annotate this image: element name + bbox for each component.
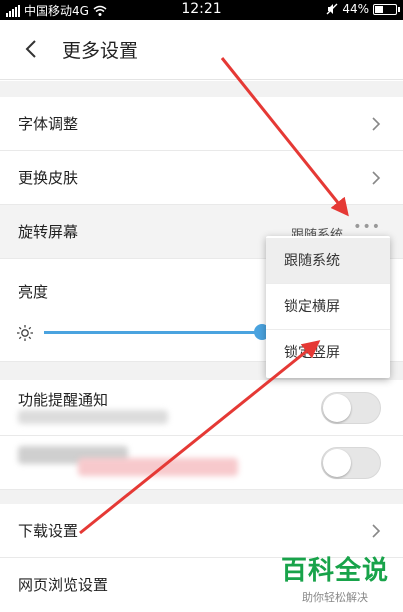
watermark-main: 百科全说 bbox=[280, 556, 389, 586]
brightness-slider-track[interactable] bbox=[44, 331, 264, 334]
rotation-option-follow[interactable]: 跟随系统 bbox=[266, 238, 390, 284]
font-adjust-label: 字体调整 bbox=[18, 115, 79, 133]
section-gap bbox=[0, 81, 403, 97]
blurred-description bbox=[78, 458, 238, 476]
change-skin-item[interactable]: 更换皮肤 bbox=[0, 151, 403, 205]
rotation-option-landscape[interactable]: 锁定横屏 bbox=[266, 284, 390, 330]
watermark-sub: 助你轻松解决 bbox=[301, 591, 368, 604]
battery-fill bbox=[375, 5, 383, 13]
notify-label: 功能提醒通知 bbox=[18, 391, 109, 409]
battery-percent: 44% bbox=[342, 2, 369, 16]
chevron-right-icon bbox=[372, 524, 381, 538]
redacted-item[interactable] bbox=[0, 436, 403, 490]
toggle-knob bbox=[323, 449, 351, 477]
toggle-knob bbox=[323, 394, 351, 422]
chevron-right-icon bbox=[372, 117, 381, 131]
blurred-description bbox=[18, 410, 168, 424]
status-right: 44% bbox=[326, 2, 400, 16]
title-bar: 更多设置 bbox=[0, 20, 403, 80]
rotate-screen-label: 旋转屏幕 bbox=[18, 223, 79, 241]
rotation-option-portrait[interactable]: 锁定竖屏 bbox=[266, 330, 390, 376]
second-toggle[interactable] bbox=[321, 447, 381, 479]
mute-icon bbox=[326, 3, 338, 15]
change-skin-label: 更换皮肤 bbox=[18, 169, 79, 187]
battery-icon bbox=[373, 3, 400, 15]
sun-icon bbox=[17, 325, 33, 341]
notify-toggle[interactable] bbox=[321, 392, 381, 424]
font-adjust-item[interactable]: 字体调整 bbox=[0, 97, 403, 151]
notify-item[interactable]: 功能提醒通知 bbox=[0, 380, 403, 436]
web-browsing-label: 网页浏览设置 bbox=[18, 576, 109, 594]
status-bar: 中国移动4G 12:21 44% bbox=[0, 0, 403, 20]
back-arrow-icon[interactable] bbox=[20, 37, 44, 61]
download-settings-label: 下载设置 bbox=[18, 522, 79, 540]
rotation-dropdown: 跟随系统 锁定横屏 锁定竖屏 bbox=[266, 236, 390, 378]
watermark: 百科全说 助你轻松解决 bbox=[281, 550, 389, 605]
page-title: 更多设置 bbox=[62, 40, 139, 62]
chevron-right-icon bbox=[372, 171, 381, 185]
section-gap bbox=[0, 490, 403, 504]
brightness-label: 亮度 bbox=[18, 283, 49, 301]
more-dots-icon[interactable]: ••• bbox=[353, 219, 381, 235]
